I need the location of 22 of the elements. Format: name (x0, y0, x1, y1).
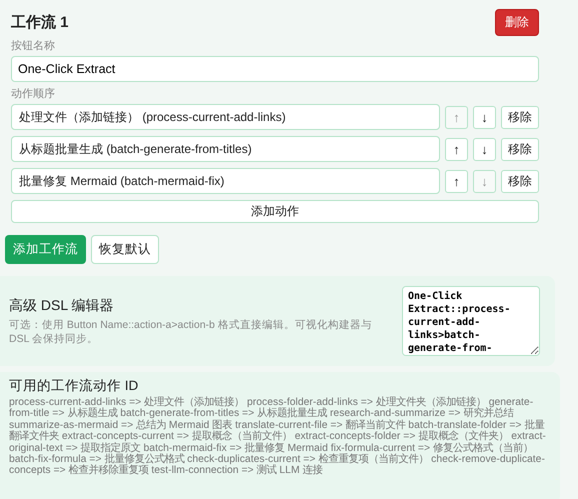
action-select[interactable]: 批量修复 Mermaid (batch-mermaid-fix) (11, 168, 440, 194)
ids-title: 可用的工作流动作 ID (9, 377, 140, 395)
move-down-button[interactable]: ↓ (473, 138, 496, 160)
dsl-text-area[interactable]: One-Click Extract::process-current-add-links>batch-generate-from- (402, 286, 540, 356)
action-select[interactable]: 从标题批量生成 (batch-generate-from-titles) (11, 136, 440, 162)
workflow-title: 工作流 1 (11, 12, 69, 32)
move-down-button[interactable]: ↓ (473, 106, 496, 128)
add-action-button[interactable]: 添加动作 (11, 200, 539, 223)
remove-button[interactable]: 移除 (501, 170, 539, 192)
action-select[interactable]: 处理文件（添加链接） (process-current-add-links) (11, 104, 440, 130)
move-up-button[interactable]: ↑ (445, 138, 468, 160)
dsl-description: 可选：使用 Button Name::action-a>action-b 格式直接编辑。可视化构建器与 DSL 会保持同步。 (9, 318, 373, 346)
ids-list-text: process-current-add-links => 处理文件（添加链接） process-folder-add-links => 处理文件夹（添加链接） generate-from-title => 从标题生成 batch-generate-from-titles => 从标题批量生成 research-and-summarize => 研究并总结 summarize-as-mermaid => 总结为 Mermaid 图表 translate-current-file => 翻译当前文件 batch-translate-folder => 批量翻译文件夹 extract-concepts-current => 提取概念（当前文件） extract-concepts-folder => 提取概念（文件夹） extract-original-text => 提取指定原文 batch-mermaid-fix => 批量修复 Mermaid fix-formula-current => 修复公式格式（当前） batch-fix-formula => 批量修复公式格式 check-duplicates-current => 检查重复项（当前文件） check-remove-duplicate-concepts => 检查并移除重复项 test-llm-connection => 测试 LLM 连接 (9, 397, 547, 477)
remove-button[interactable]: 移除 (501, 138, 539, 160)
move-up-button[interactable]: ↑ (445, 170, 468, 192)
name-input-field[interactable]: One-Click Extract (11, 56, 539, 82)
delete-button[interactable]: 删除 (495, 8, 539, 36)
restore-defaults-button[interactable]: 恢复默认 (91, 235, 159, 264)
field-label: 按钮名称 (11, 39, 56, 53)
field-label: 动作顺序 (11, 86, 56, 101)
dsl-title: 高级 DSL 编辑器 (9, 296, 114, 314)
remove-button[interactable]: 移除 (501, 106, 539, 128)
